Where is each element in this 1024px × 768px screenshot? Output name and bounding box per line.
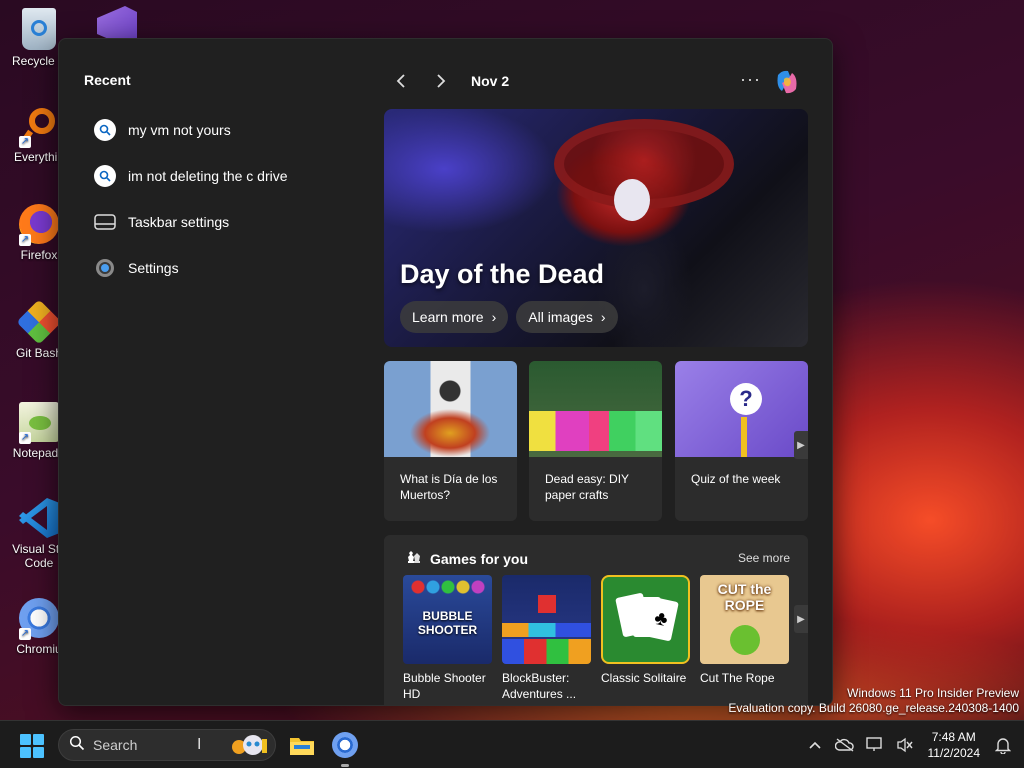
shortcut-arrow-icon: ↗ xyxy=(19,234,31,246)
recent-title: Recent xyxy=(84,72,131,88)
clock[interactable]: 7:48 AM 11/2/2024 xyxy=(928,729,981,761)
game-cut-the-rope[interactable]: CUT the ROPE Cut The Rope xyxy=(700,575,789,686)
recent-item-label: my vm not yours xyxy=(128,122,231,138)
os-watermark: Windows 11 Pro Insider Preview Evaluatio… xyxy=(728,686,1019,716)
recent-item-label: im not deleting the c drive xyxy=(128,168,288,184)
story-card-quiz[interactable]: ? Quiz of the week xyxy=(675,361,808,521)
file-explorer-button[interactable] xyxy=(286,729,318,761)
game-classic-solitaire[interactable]: ♣ Classic Solitaire xyxy=(601,575,690,686)
everything-search-icon: ↗ xyxy=(18,106,59,148)
shortcut-arrow-icon: ↗ xyxy=(19,136,31,148)
notifications-bell-icon[interactable] xyxy=(988,721,1018,768)
story-card-paper-crafts[interactable]: Dead easy: DIY paper crafts xyxy=(529,361,662,521)
learn-more-label: Learn more xyxy=(412,309,484,325)
game-name: Bubble Shooter HD xyxy=(403,671,486,701)
windows-logo-icon xyxy=(20,734,31,745)
story-card-title: What is Día de los Muertos? xyxy=(400,472,498,502)
previous-day-button[interactable] xyxy=(389,69,413,93)
hero-card[interactable]: Day of the Dead Learn more › All images … xyxy=(384,109,808,347)
text-cursor-icon: I xyxy=(197,736,202,753)
story-card-image: ? xyxy=(675,361,808,457)
vscode-icon xyxy=(19,498,59,538)
network-icon[interactable] xyxy=(860,721,890,768)
show-hidden-icons-button[interactable] xyxy=(800,721,830,768)
game-tile xyxy=(502,575,591,664)
running-indicator xyxy=(341,764,349,767)
cards-scroll-right-button[interactable]: ▶ xyxy=(794,431,808,459)
game-tile: BUBBLE SHOOTER xyxy=(403,575,492,664)
recycle-bin-icon xyxy=(22,8,56,50)
see-more-link[interactable]: See more xyxy=(738,551,790,565)
start-button[interactable] xyxy=(20,734,44,758)
recent-item-search-2[interactable]: im not deleting the c drive xyxy=(93,153,373,199)
learn-more-button[interactable]: Learn more › xyxy=(400,301,509,333)
game-blockbuster[interactable]: BlockBuster: Adventures ... xyxy=(502,575,591,702)
story-card-image xyxy=(384,361,517,457)
story-card-dia-de-los-muertos[interactable]: What is Día de los Muertos? xyxy=(384,361,517,521)
game-name: Cut The Rope xyxy=(700,671,775,685)
games-title: Games for you xyxy=(430,550,529,567)
question-mark-icon: ? xyxy=(730,383,762,415)
game-tile: CUT the ROPE xyxy=(700,575,789,664)
hero-title: Day of the Dead xyxy=(400,259,605,289)
volume-muted-icon[interactable] xyxy=(890,721,920,768)
search-icon xyxy=(94,165,116,187)
game-bubble-shooter[interactable]: BUBBLE SHOOTER Bubble Shooter HD xyxy=(403,575,492,702)
chromium-icon xyxy=(332,732,358,758)
search-icon xyxy=(94,119,116,141)
recent-item-taskbar-settings[interactable]: Taskbar settings xyxy=(93,199,373,245)
hero-image-face xyxy=(614,179,650,221)
system-tray: 7:48 AM 11/2/2024 xyxy=(800,721,1024,768)
firefox-icon: ↗ xyxy=(19,204,59,246)
chromium-taskbar-button[interactable] xyxy=(329,729,361,767)
notepad-plus-plus-icon: ↗ xyxy=(19,402,59,444)
games-scroll-right-button[interactable]: ▶ xyxy=(794,605,808,633)
chromium-icon: ↗ xyxy=(19,598,59,640)
game-tile-title: BUBBLE SHOOTER xyxy=(417,609,478,637)
chevron-right-icon: › xyxy=(600,309,606,325)
copilot-icon[interactable] xyxy=(772,67,802,97)
search-input[interactable] xyxy=(93,737,203,753)
git-bash-icon xyxy=(16,299,62,345)
story-card-title: Dead easy: DIY paper crafts xyxy=(545,472,629,502)
date-label: Nov 2 xyxy=(471,73,510,89)
taskbar-icon xyxy=(93,210,117,234)
story-card-image xyxy=(529,361,662,457)
widgets-panel: Recent my vm not yours im not deleting t… xyxy=(58,38,833,706)
recent-list: my vm not yours im not deleting the c dr… xyxy=(93,107,373,291)
games-section: Games for you See more BUBBLE SHOOTER Bu… xyxy=(384,535,808,705)
folder-icon xyxy=(290,738,314,755)
clock-date: 11/2/2024 xyxy=(927,746,981,760)
watermark-line-1: Windows 11 Pro Insider Preview xyxy=(847,686,1019,700)
chevron-right-icon: › xyxy=(491,309,497,325)
game-name: BlockBuster: Adventures ... xyxy=(502,671,577,701)
taskbar: I 7:48 AM 11/2/2024 xyxy=(0,720,1024,768)
search-icon xyxy=(69,735,85,756)
game-name: Classic Solitaire xyxy=(601,671,687,685)
recent-item-label: Settings xyxy=(128,260,179,276)
recent-item-settings[interactable]: Settings xyxy=(93,245,373,291)
recent-item-search-1[interactable]: my vm not yours xyxy=(93,107,373,153)
watermark-line-2: Evaluation copy. Build 26080.ge_release.… xyxy=(728,701,1019,715)
game-tile: ♣ xyxy=(601,575,690,664)
widgets-topbar: Nov 2 ··· xyxy=(389,69,809,94)
shortcut-arrow-icon: ↗ xyxy=(19,628,31,640)
recent-item-label: Taskbar settings xyxy=(128,214,230,230)
more-options-button[interactable]: ··· xyxy=(740,69,761,90)
clock-time: 7:48 AM xyxy=(931,730,976,744)
om-nom-character xyxy=(730,625,760,655)
chess-icon xyxy=(406,549,422,568)
onedrive-offline-icon[interactable] xyxy=(830,721,860,768)
all-images-button[interactable]: All images › xyxy=(516,301,618,333)
story-cards: What is Día de los Muertos? Dead easy: D… xyxy=(384,361,808,521)
game-tile-title: CUT the ROPE xyxy=(717,581,772,613)
story-card-title: Quiz of the week xyxy=(691,472,781,486)
search-highlight-skull-icon xyxy=(229,733,269,759)
taskbar-search-box[interactable]: I xyxy=(58,729,276,761)
all-images-label: All images xyxy=(528,309,593,325)
next-day-button[interactable] xyxy=(429,69,453,93)
gear-icon xyxy=(93,256,117,280)
shortcut-arrow-icon: ↗ xyxy=(19,432,31,444)
